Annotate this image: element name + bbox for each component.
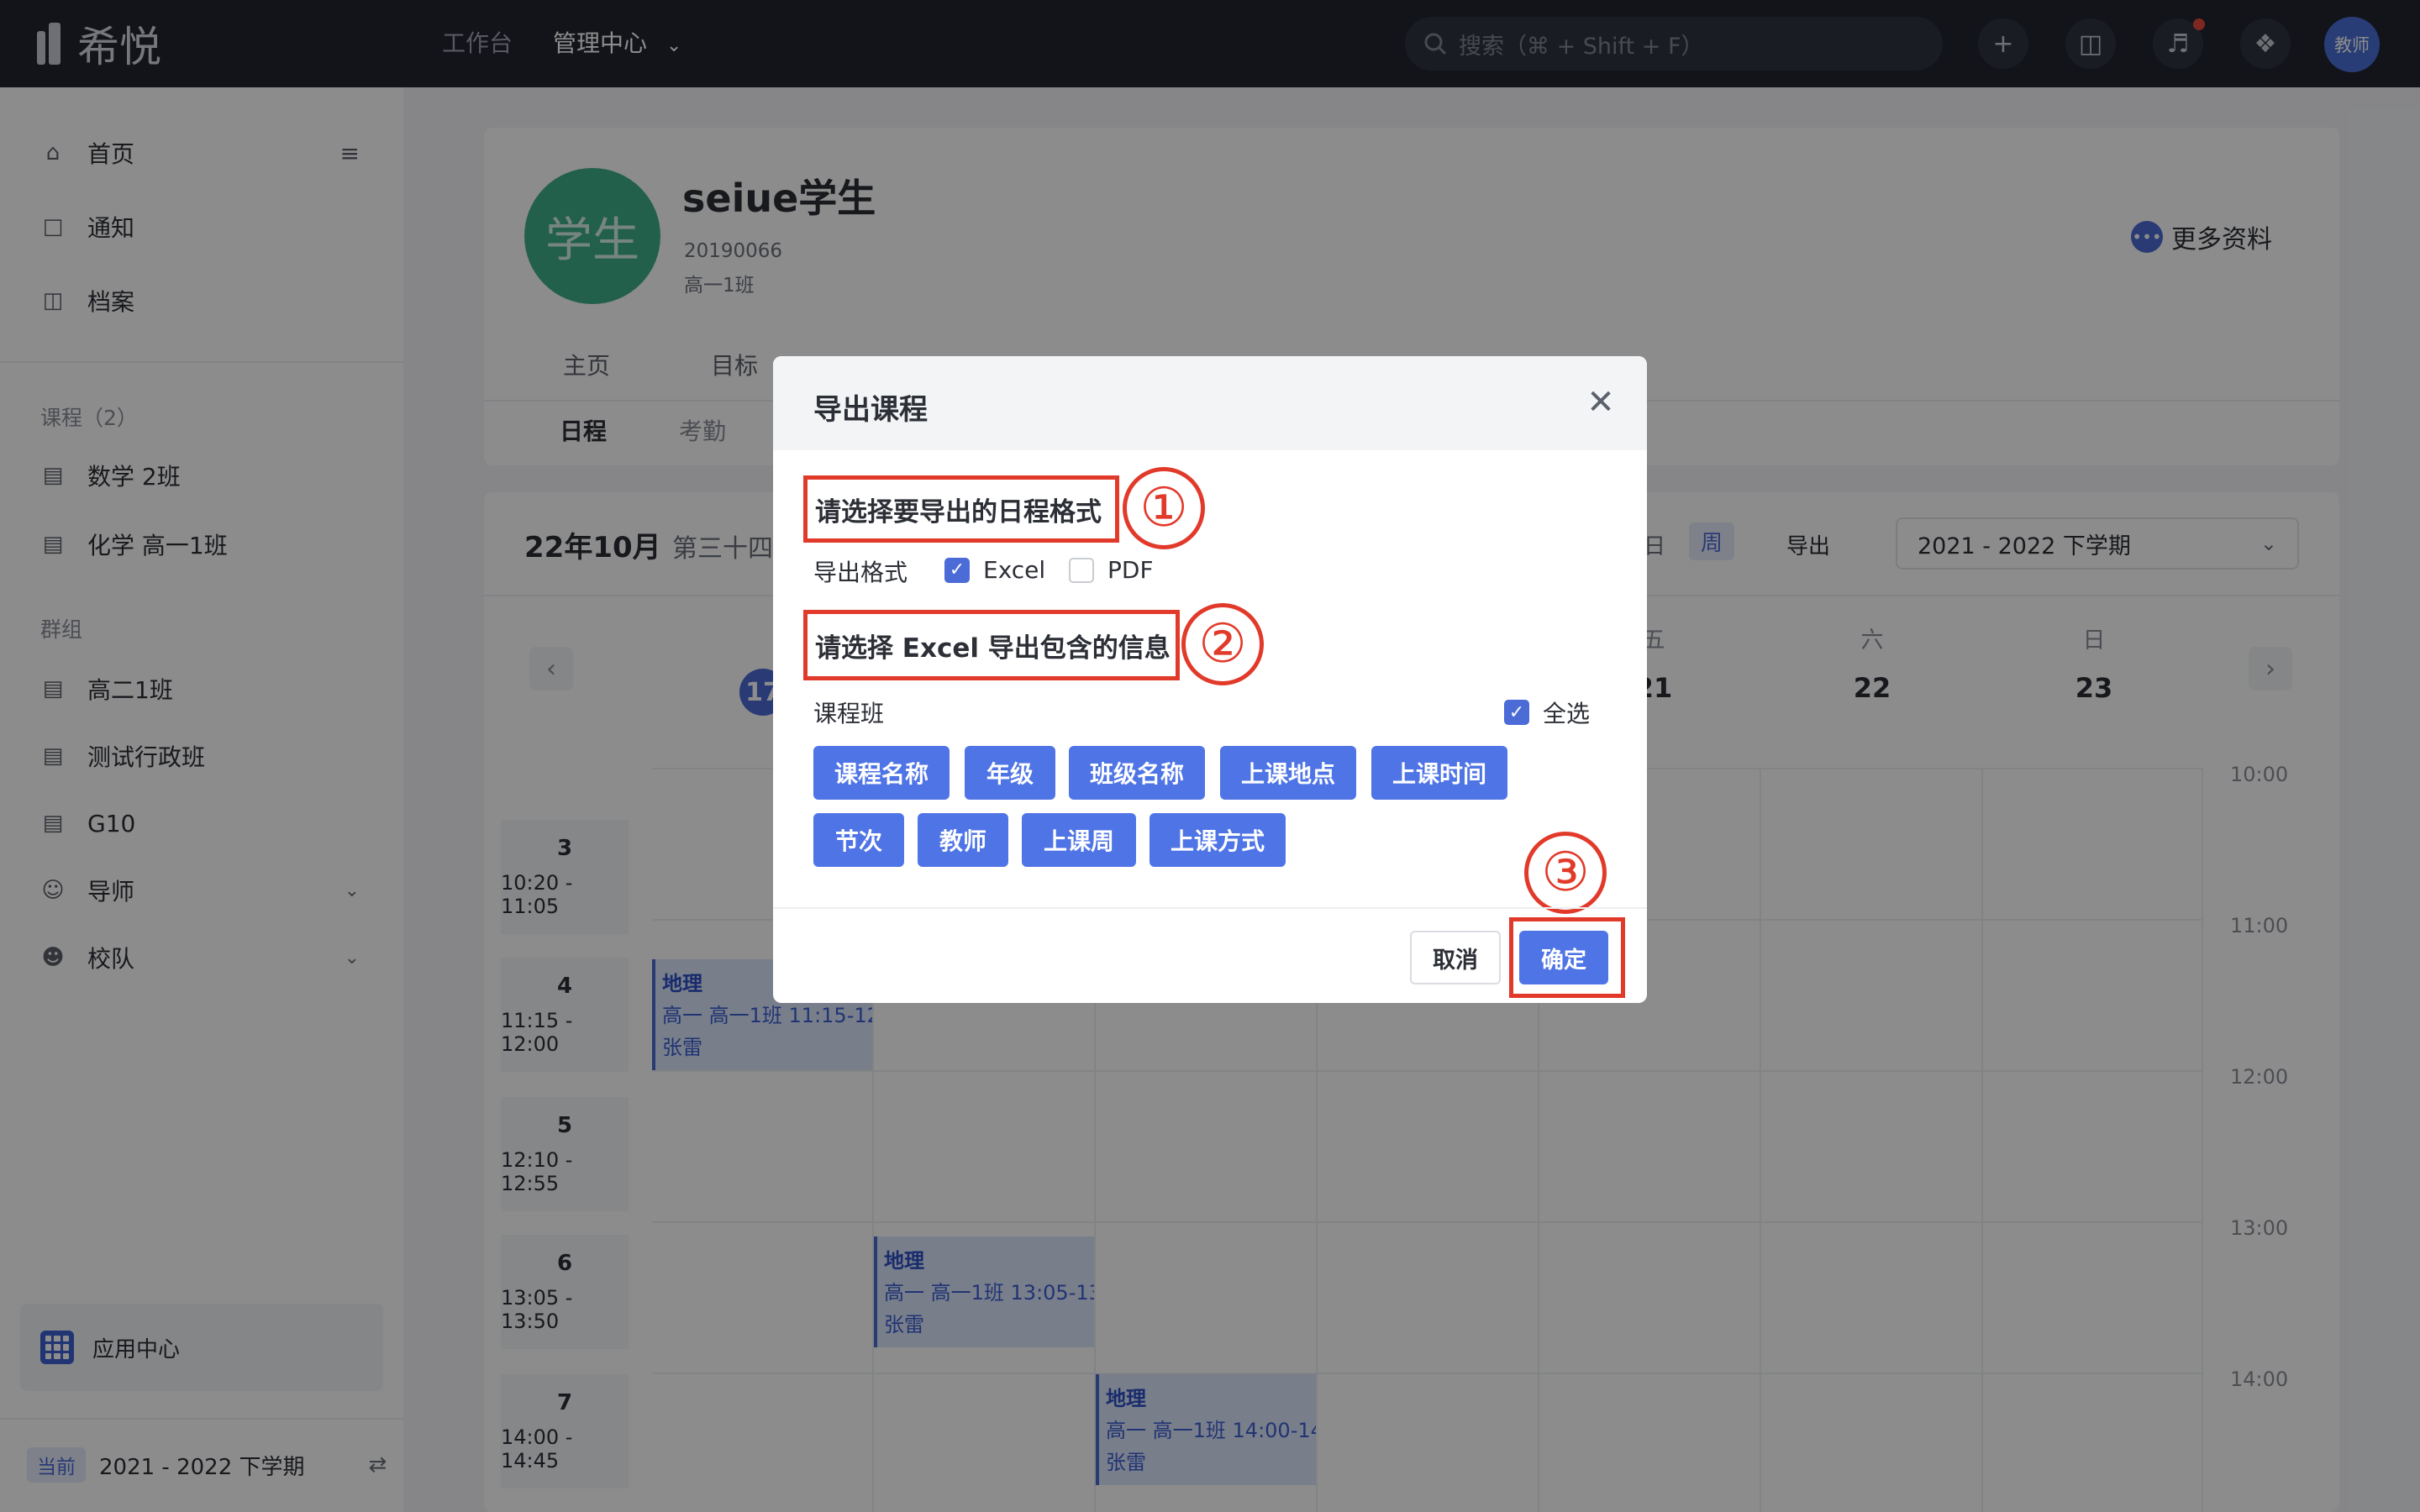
tag-week[interactable]: 上课周 [1022, 813, 1136, 867]
step2-marker: ② [1181, 603, 1264, 685]
check-icon: ✓ [1504, 700, 1529, 725]
format-excel-label: Excel [983, 556, 1046, 584]
tag-period[interactable]: 节次 [813, 813, 904, 867]
export-course-modal: 导出课程 ✕ 请选择要导出的日程格式 ① 导出格式 ✓ Excel PDF 请选… [773, 356, 1647, 1003]
group-label: 课程班 [813, 700, 885, 727]
cancel-button[interactable]: 取消 [1410, 931, 1501, 984]
tag-mode[interactable]: 上课方式 [1150, 813, 1286, 867]
tag-grade[interactable]: 年级 [965, 746, 1055, 800]
tag-course-name[interactable]: 课程名称 [813, 746, 950, 800]
step1-title: 请选择要导出的日程格式 [815, 497, 1102, 528]
check-icon: ✓ [944, 557, 970, 583]
modal-footer-divider [773, 907, 1647, 909]
step2-title: 请选择 Excel 导出包含的信息 [815, 633, 1171, 664]
format-label: 导出格式 [813, 559, 908, 586]
step3-marker: ③ [1524, 832, 1607, 914]
tag-location[interactable]: 上课地点 [1220, 746, 1356, 800]
select-all-label: 全选 [1543, 700, 1591, 727]
confirm-button[interactable]: 确定 [1519, 931, 1608, 984]
close-icon[interactable]: ✕ [1581, 383, 1620, 422]
format-pdf-checkbox[interactable]: PDF [1069, 556, 1154, 584]
tag-teacher[interactable]: 教师 [918, 813, 1008, 867]
checkbox-empty-icon [1069, 557, 1094, 583]
tag-time[interactable]: 上课时间 [1371, 746, 1507, 800]
modal-title: 导出课程 [813, 393, 928, 427]
format-pdf-label: PDF [1107, 556, 1154, 584]
tag-class-name[interactable]: 班级名称 [1069, 746, 1205, 800]
select-all-checkbox[interactable]: ✓ 全选 [1504, 696, 1590, 729]
step1-marker: ① [1123, 467, 1205, 549]
format-excel-checkbox[interactable]: ✓ Excel [944, 556, 1045, 584]
